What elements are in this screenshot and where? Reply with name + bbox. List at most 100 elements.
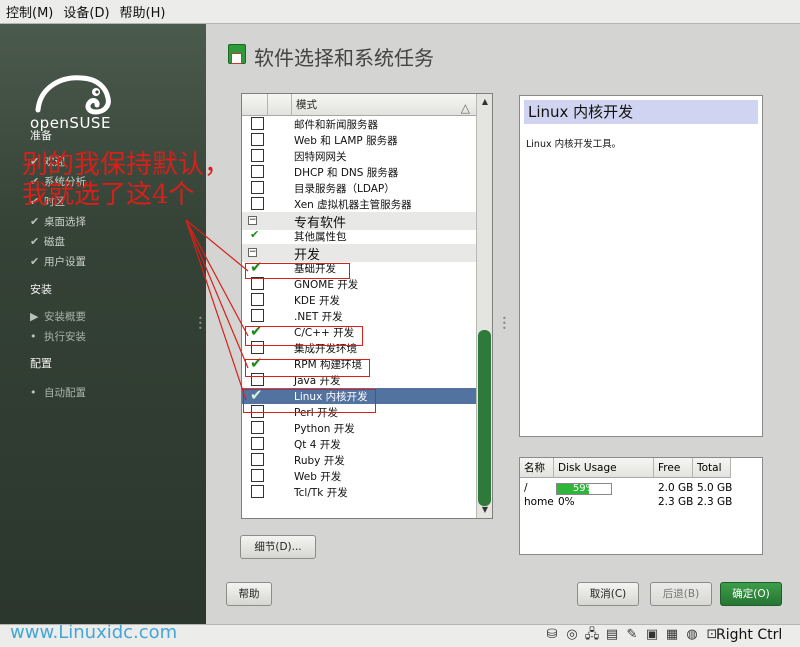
scroll-up-arrow-icon[interactable]: ▲ — [477, 94, 492, 110]
shared-folder-icon[interactable]: ▤ — [604, 627, 620, 643]
pattern-label: Web 和 LAMP 服务器 — [294, 135, 398, 147]
pattern-row[interactable]: 邮件和新闻服务器 — [242, 116, 476, 132]
pattern-checkbox[interactable] — [251, 469, 264, 482]
disk-col-total[interactable]: Total — [693, 458, 731, 478]
menu-control[interactable]: 控制(M) — [4, 2, 61, 21]
checked-checkbox-icon[interactable]: ✔ — [250, 258, 263, 276]
pattern-checkbox[interactable] — [251, 197, 264, 210]
usb-icon[interactable]: ✎ — [624, 627, 640, 643]
check-icon: ✔ — [30, 255, 40, 268]
sidebar-step: ✔ 用户设置 — [30, 254, 86, 269]
back-button[interactable]: 后退(B) — [650, 582, 712, 606]
display-icon[interactable]: ▣ — [644, 627, 660, 643]
collapse-group-icon[interactable]: − — [248, 248, 257, 257]
header-checkbox-col[interactable] — [242, 94, 268, 116]
pattern-list[interactable]: 模式 △ 邮件和新闻服务器 Web 和 LAMP 服务器 因特网网关 DHCP 和 D… — [241, 93, 493, 519]
pattern-row[interactable]: 集成开发环境 — [242, 340, 476, 356]
scroll-down-arrow-icon[interactable]: ▼ — [477, 502, 492, 518]
pattern-checkbox[interactable] — [251, 117, 264, 130]
cancel-button[interactable]: 取消(C) — [577, 582, 639, 606]
sidebar: openSUSE 准备 ✔ 欢迎 ✔ 系统分析 ✔ 时区 ✔ 桌面选择 ✔ 磁盘 ✔ 用户设置 安装 … — [0, 24, 206, 624]
disk-usage-bar: 59% — [556, 483, 612, 495]
menu-devices[interactable]: 设备(D) — [61, 2, 117, 21]
pattern-row[interactable]: Python 开发 — [242, 420, 476, 436]
pattern-row[interactable]: ✔ RPM 构建环境 — [242, 354, 476, 372]
disk-col-usage[interactable]: Disk Usage — [554, 458, 654, 478]
pattern-row[interactable]: Xen 虚拟机器主管服务器 — [242, 196, 476, 212]
mouse-integration-icon[interactable]: ◍ — [684, 627, 700, 643]
disk-usage-percent: 0% — [558, 496, 575, 508]
disk-free: 2.0 GB — [658, 482, 694, 494]
help-button[interactable]: 帮助 — [226, 582, 272, 606]
pattern-label: RPM 构建环境 — [294, 359, 363, 371]
collapse-group-icon[interactable]: − — [248, 216, 257, 225]
pattern-row[interactable]: ✔ Linux 内核开发 — [242, 386, 476, 404]
sidebar-step: ▶ 安装概要 — [30, 309, 86, 324]
menu-help[interactable]: 帮助(H) — [118, 2, 174, 21]
pattern-checkbox[interactable] — [251, 341, 264, 354]
description-text: Linux 内核开发工具。 — [526, 139, 622, 150]
pattern-row[interactable]: Java 开发 — [242, 372, 476, 388]
pattern-checkbox[interactable] — [251, 421, 264, 434]
sidebar-splitter-handle[interactable]: • • • — [198, 315, 203, 336]
disk-row[interactable]: home 0% 2.3 GB 2.3 GB — [520, 496, 760, 510]
disk-name: home — [524, 496, 554, 508]
optical-drive-icon[interactable]: ◎ — [564, 627, 580, 643]
pattern-checkbox[interactable] — [251, 149, 264, 162]
pattern-row[interactable]: Web 和 LAMP 服务器 — [242, 132, 476, 148]
pattern-row[interactable]: DHCP 和 DNS 服务器 — [242, 164, 476, 180]
pattern-checkbox[interactable] — [251, 373, 264, 386]
partial-check-icon[interactable]: ✔ — [250, 228, 259, 241]
pattern-label: 其他属性包 — [294, 231, 347, 243]
pattern-checkbox[interactable] — [251, 293, 264, 306]
scrollbar-thumb[interactable] — [478, 330, 491, 506]
pattern-row[interactable]: GNOME 开发 — [242, 276, 476, 292]
checked-checkbox-icon[interactable]: ✔ — [250, 322, 263, 340]
checked-checkbox-icon[interactable]: ✔ — [250, 354, 263, 372]
disk-row[interactable]: / 59% 2.0 GB 5.0 GB — [520, 482, 760, 496]
pane-splitter-handle[interactable]: • • • — [502, 315, 507, 336]
sidebar-step: • 执行安装 — [30, 329, 86, 344]
pattern-checkbox[interactable] — [251, 181, 264, 194]
pattern-checkbox[interactable] — [251, 405, 264, 418]
details-button[interactable]: 细节(D)... — [240, 535, 316, 559]
pattern-row[interactable]: Ruby 开发 — [242, 452, 476, 468]
check-icon: ✔ — [30, 215, 40, 228]
pattern-row[interactable]: ✔ C/C++ 开发 — [242, 322, 476, 340]
software-package-icon — [228, 44, 246, 64]
pattern-label: DHCP 和 DNS 服务器 — [294, 167, 399, 179]
ok-button[interactable]: 确定(O) — [720, 582, 782, 606]
sidebar-step: • 自动配置 — [30, 385, 86, 400]
disk-usage-header: 名称 Disk Usage Free Total — [520, 458, 731, 478]
pattern-row[interactable]: KDE 开发 — [242, 292, 476, 308]
pattern-checkbox[interactable] — [251, 133, 264, 146]
bullet-icon: • — [30, 386, 37, 399]
pattern-checkbox[interactable] — [251, 309, 264, 322]
pattern-row[interactable]: Web 开发 — [242, 468, 476, 484]
sidebar-step-label: 自动配置 — [44, 387, 86, 399]
pattern-row[interactable]: Qt 4 开发 — [242, 436, 476, 452]
pattern-checkbox[interactable] — [251, 485, 264, 498]
sidebar-step-label: 磁盘 — [44, 236, 65, 248]
pattern-checkbox[interactable] — [251, 453, 264, 466]
header-icon-col[interactable] — [268, 94, 292, 116]
disk-col-free[interactable]: Free — [654, 458, 693, 478]
hard-disk-icon[interactable]: ⛁ — [544, 627, 560, 643]
pattern-row[interactable]: .NET 开发 — [242, 308, 476, 324]
disk-total: 2.3 GB — [697, 496, 733, 508]
pattern-row[interactable]: ✔ 其他属性包 — [242, 228, 476, 244]
pattern-row[interactable]: 目录服务器（LDAP） — [242, 180, 476, 196]
disk-col-name[interactable]: 名称 — [520, 458, 554, 478]
pattern-row[interactable]: Perl 开发 — [242, 404, 476, 420]
pattern-list-scrollbar[interactable]: ▲ ▼ — [476, 94, 492, 518]
pattern-row[interactable]: Tcl/Tk 开发 — [242, 484, 476, 500]
recording-icon[interactable]: ▦ — [664, 627, 680, 643]
pattern-checkbox[interactable] — [251, 437, 264, 450]
pattern-row[interactable]: ✔ 基础开发 — [242, 258, 476, 276]
network-icon[interactable]: 🖧 — [584, 627, 600, 643]
pattern-row[interactable]: 因特网网关 — [242, 148, 476, 164]
pattern-checkbox[interactable] — [251, 277, 264, 290]
pattern-checkbox[interactable] — [251, 165, 264, 178]
checked-checkbox-icon[interactable]: ✔ — [250, 386, 263, 404]
header-pattern-col[interactable]: 模式 △ — [292, 94, 476, 115]
